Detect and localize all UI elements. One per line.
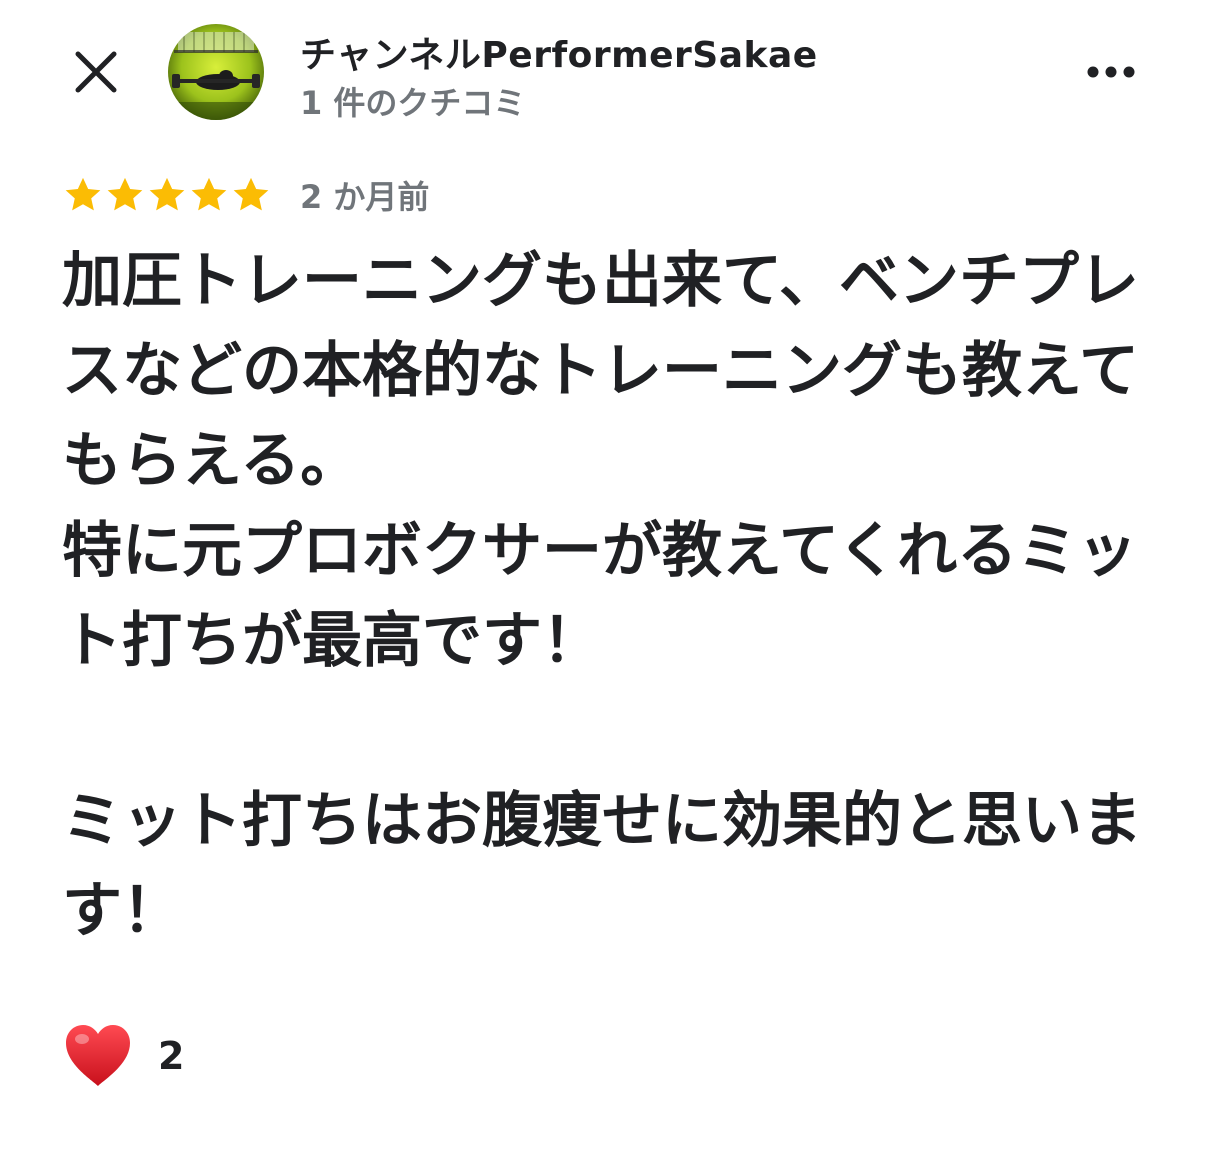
review-date: 2 か月前 <box>300 178 430 216</box>
author-name[interactable]: チャンネルPerformerSakae <box>300 26 818 78</box>
star-icon <box>62 174 104 216</box>
review-header: チャンネルPerformerSakae 1 件のクチコミ <box>0 0 1206 150</box>
author-review-count[interactable]: 1 件のクチコミ <box>300 78 525 124</box>
rating-row: 2 か月前 <box>62 172 429 218</box>
review-text: 加圧トレーニングも出来て、ベンチプレスなどの本格的なトレーニングも教えてもらえる… <box>62 246 1142 946</box>
star-icon <box>146 174 188 216</box>
star-icon <box>230 174 272 216</box>
heart-icon <box>62 1022 134 1090</box>
close-button[interactable] <box>66 42 126 102</box>
close-icon <box>75 51 117 93</box>
like-button[interactable]: 2 <box>62 1018 184 1094</box>
star-icon <box>104 174 146 216</box>
more-horizontal-icon <box>1087 66 1135 78</box>
star-icon <box>188 174 230 216</box>
avatar[interactable] <box>168 24 264 120</box>
like-count: 2 <box>158 1034 185 1078</box>
more-options-button[interactable] <box>1080 52 1144 92</box>
star-rating <box>62 174 272 216</box>
